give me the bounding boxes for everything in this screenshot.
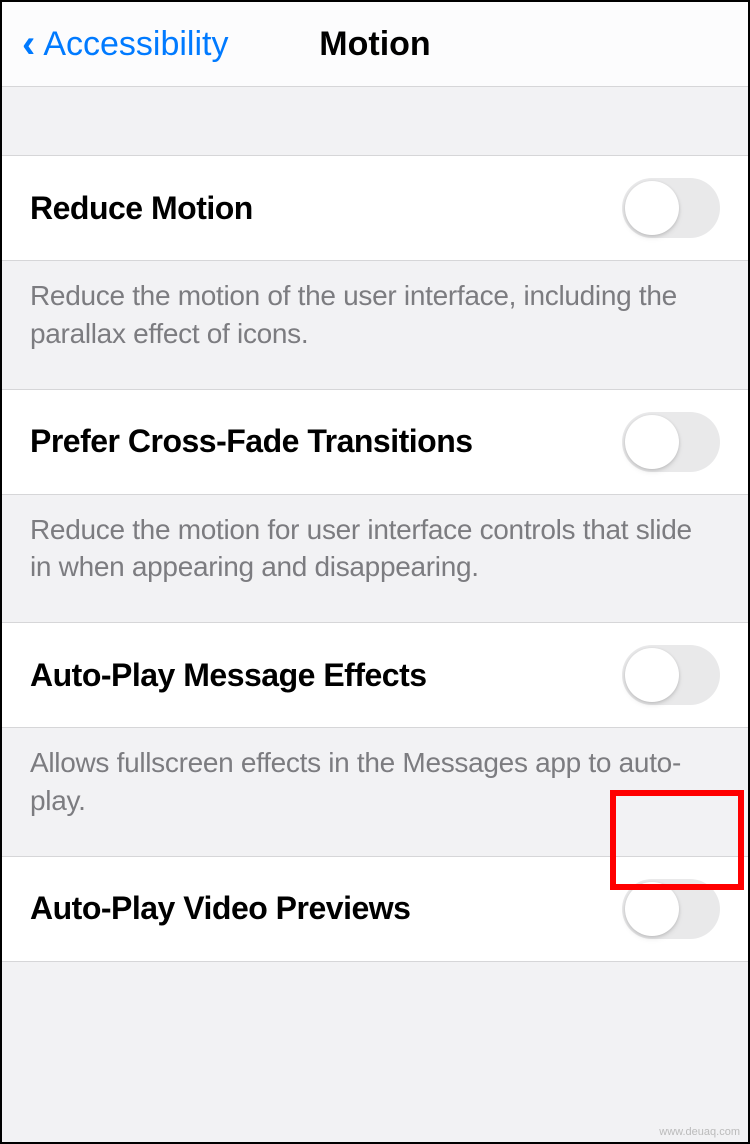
prefer-cross-fade-row[interactable]: Prefer Cross-Fade Transitions (2, 389, 748, 495)
reduce-motion-row[interactable]: Reduce Motion (2, 155, 748, 261)
autoplay-video-previews-label: Auto-Play Video Previews (30, 890, 410, 927)
autoplay-message-effects-toggle[interactable] (622, 645, 720, 705)
autoplay-video-previews-toggle[interactable] (622, 879, 720, 939)
reduce-motion-footer: Reduce the motion of the user interface,… (2, 261, 748, 389)
toggle-knob (625, 415, 679, 469)
autoplay-message-effects-footer: Allows fullscreen effects in the Message… (2, 728, 748, 856)
autoplay-video-previews-row[interactable]: Auto-Play Video Previews (2, 856, 748, 962)
top-spacer (2, 87, 748, 155)
prefer-cross-fade-label: Prefer Cross-Fade Transitions (30, 423, 473, 460)
back-label: Accessibility (43, 25, 228, 64)
navigation-bar: ‹ Accessibility Motion (2, 2, 748, 87)
reduce-motion-label: Reduce Motion (30, 190, 253, 227)
prefer-cross-fade-footer: Reduce the motion for user interface con… (2, 495, 748, 623)
chevron-left-icon: ‹ (22, 24, 35, 64)
back-button[interactable]: ‹ Accessibility (2, 24, 229, 64)
toggle-knob (625, 648, 679, 702)
reduce-motion-toggle[interactable] (622, 178, 720, 238)
prefer-cross-fade-toggle[interactable] (622, 412, 720, 472)
toggle-knob (625, 181, 679, 235)
page-title: Motion (319, 25, 430, 64)
watermark-text: www.deuaq.com (659, 1126, 740, 1138)
autoplay-message-effects-row[interactable]: Auto-Play Message Effects (2, 622, 748, 728)
autoplay-message-effects-label: Auto-Play Message Effects (30, 657, 427, 694)
toggle-knob (625, 882, 679, 936)
